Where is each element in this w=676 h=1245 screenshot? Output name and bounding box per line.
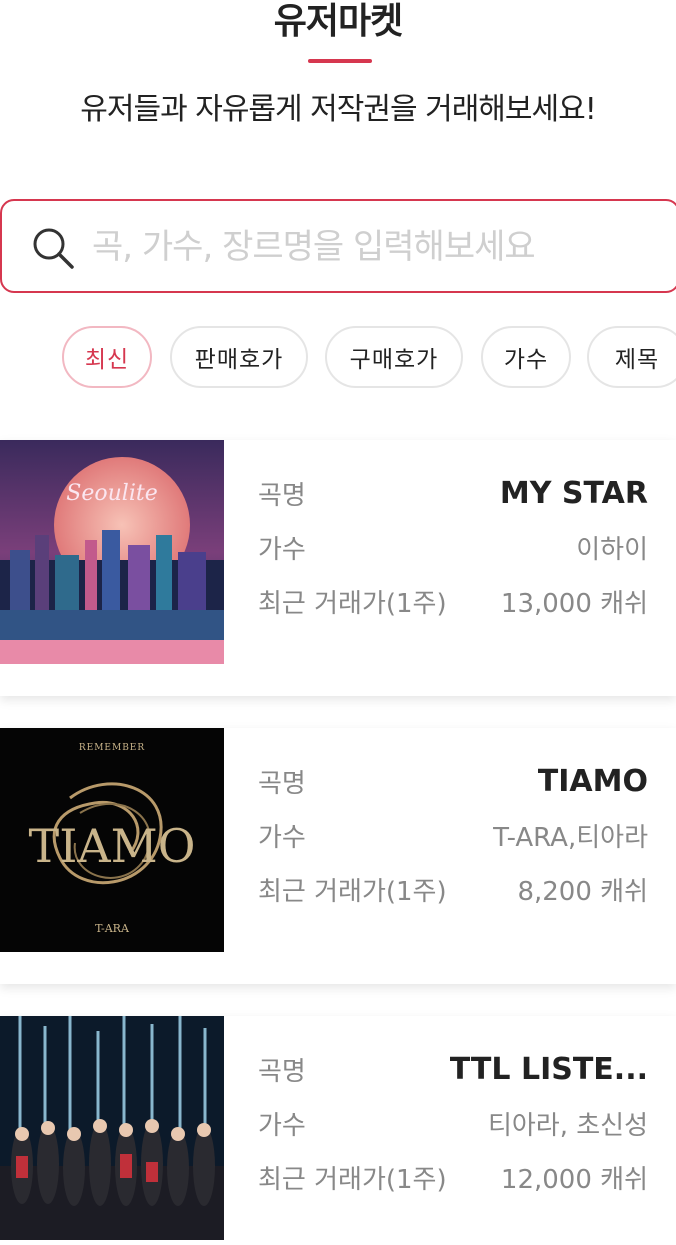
filter-buy-price[interactable]: 구매호가 [325,326,463,388]
artist-name: 티아라, 초신성 [487,1111,648,1141]
title-underline [308,59,372,63]
filter-sell-price[interactable]: 판매호가 [170,326,308,388]
search-input[interactable] [92,221,652,273]
filter-artist[interactable]: 가수 [481,326,571,388]
search-icon [33,228,74,269]
artist-label: 가수 [258,535,306,565]
recent-price-label: 최근 거래가(1주) [258,589,447,619]
album-cover-top-text: REMEMBER [79,743,145,753]
recent-price: 12,000 캐쉬 [500,1165,648,1195]
artist-label: 가수 [258,823,306,853]
artist-name: T-ARA,티아라 [493,823,648,853]
market-item-card[interactable]: 곡명 TTL LISTE... 가수 티아라, 초신성 최근 거래가(1주) 1… [0,1016,676,1245]
filter-title[interactable]: 제목 [587,326,676,388]
page-subtitle: 유저들과 자유롭게 저작권을 거래해보세요! [80,92,596,127]
song-label: 곡명 [258,769,306,799]
recent-price: 8,200 캐쉬 [517,877,648,907]
album-cover [0,1016,224,1240]
song-label: 곡명 [258,481,306,511]
song-title: MY STAR [499,476,648,511]
song-label: 곡명 [258,1057,306,1087]
market-item-card[interactable]: Seoulite 곡명 MY STAR 가수 이하이 최근 거래가(1주) 13… [0,440,676,696]
search-box[interactable] [0,199,676,293]
artist-label: 가수 [258,1111,306,1141]
album-cover: Seoulite [0,440,224,664]
album-cover-bottom-text: T-ARA [95,922,130,935]
recent-price: 13,000 캐쉬 [500,589,648,619]
album-cover-text: TIAMO [29,819,196,873]
filter-chips: 최신 판매호가 구매호가 가수 제목 [0,326,676,388]
album-cover: REMEMBER TIAMO T-ARA [0,728,224,952]
market-item-card[interactable]: REMEMBER TIAMO T-ARA 곡명 TIAMO 가수 T-ARA,티… [0,728,676,984]
filter-latest[interactable]: 최신 [62,326,152,388]
song-title: TTL LISTE... [449,1052,648,1087]
page-title: 유저마켓 [273,1,403,42]
recent-price-label: 최근 거래가(1주) [258,1165,447,1195]
song-title: TIAMO [537,764,648,799]
recent-price-label: 최근 거래가(1주) [258,877,447,907]
album-cover-text: Seoulite [66,481,157,506]
artist-name: 이하이 [576,535,648,565]
